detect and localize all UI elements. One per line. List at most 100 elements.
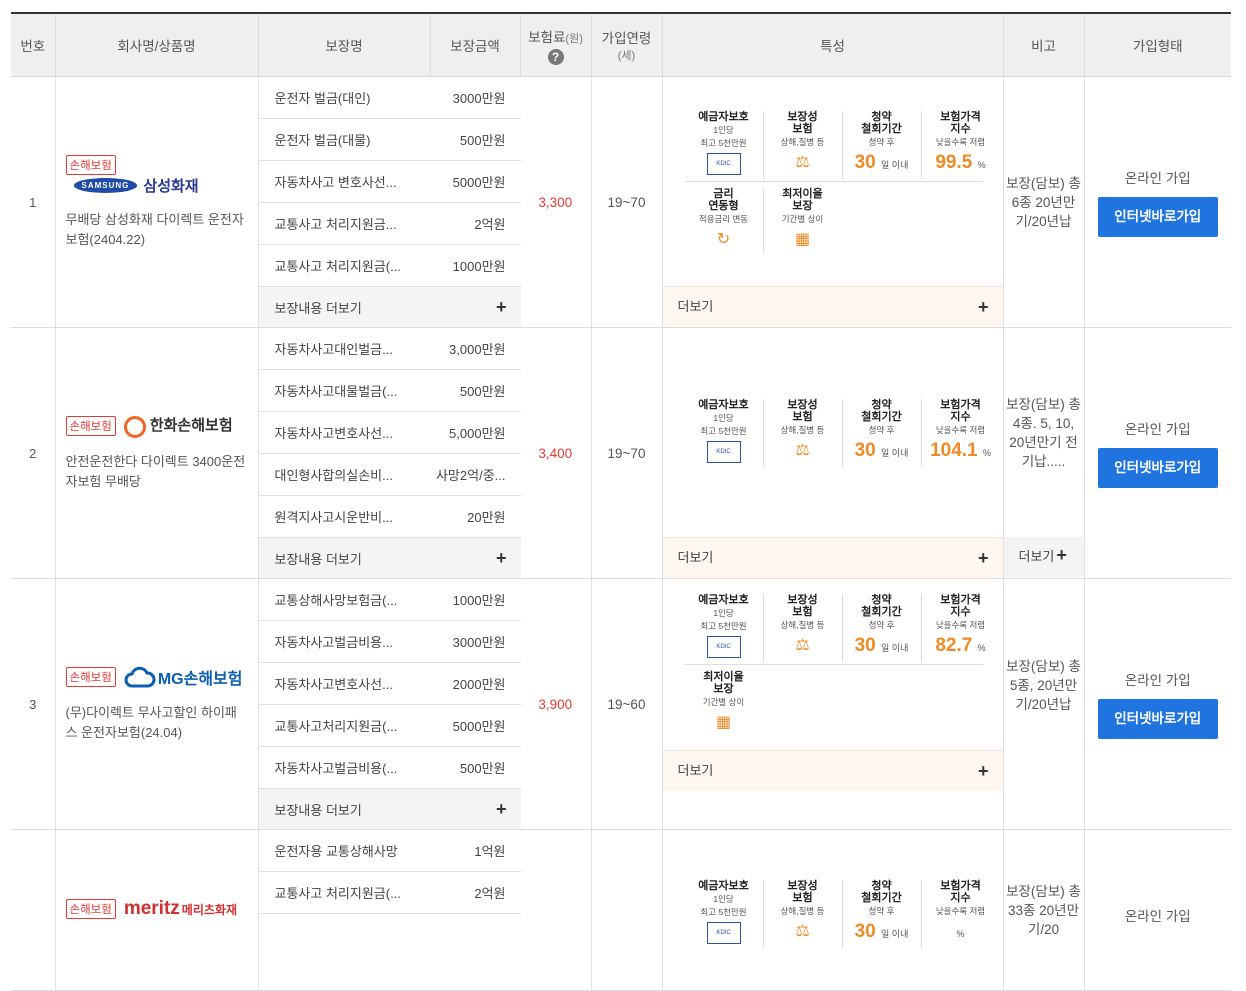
join-online-button[interactable]: 인터넷바로가입: [1097, 699, 1218, 739]
price-index: 104.1 %: [930, 439, 991, 461]
bar-chart-icon: ▦: [715, 713, 732, 731]
header-age-label: 가입연령: [601, 31, 652, 46]
coverage-name: 자동차사고변호사선...: [258, 662, 431, 705]
coverage-name: 자동차사고변호사선...: [258, 411, 431, 454]
plus-icon[interactable]: +: [978, 549, 989, 567]
non-life-badge: 손해보험: [65, 667, 116, 687]
coverage-row: 자동차사고벌금비용(... 500만원: [258, 746, 521, 789]
coverage-more-row[interactable]: 보장내용 더보기 +: [258, 286, 521, 327]
feature-price-title: 보험가격 지수: [940, 398, 981, 423]
feature-price-title: 보험가격 지수: [940, 110, 981, 135]
feature-guarantee: 보장성 보험 상해,질병 등 ⚖: [764, 880, 843, 948]
coverage-name: 자동차사고벌금비용...: [258, 620, 431, 663]
price-index: 82.7 %: [935, 634, 986, 656]
feature-price: 보험가격 지수 낮을수록 저렴 104.1 %: [922, 399, 1000, 467]
coverage-name: 자동차사고 변호사선...: [258, 160, 431, 203]
feature-withdraw-title: 청약 철회기간: [861, 593, 902, 618]
header-company: 회사명/상품명: [55, 12, 259, 77]
join-age: [591, 829, 663, 991]
coverage-name: 교통상해사망보험금(...: [258, 579, 431, 621]
table-row: 2 손해보험 한화손해보험 안전운전한다 다이렉트 3400운전자보험 무배당 자동차사…: [11, 327, 1231, 579]
feature-price-sub: 낮을수록 저렴: [935, 424, 986, 435]
withdraw-days-unit: 일 이내: [881, 447, 909, 458]
header-premium-label: 보험료: [528, 29, 566, 45]
coverage-amount: 5000만원: [430, 704, 521, 747]
table-row: 1 손해보험SAMSUNG 삼성화재 무배당 삼성화재 다이렉트 운전자보험(2404…: [11, 76, 1231, 328]
rate-cycle-icon: ↻: [716, 230, 731, 248]
note-cell: 보장(담보) 총 33종 20년만기/20: [1003, 829, 1085, 991]
product-name[interactable]: 무배당 삼성화재 다이렉트 운전자보험(2404.22): [66, 210, 248, 250]
feature-guarantee: 보장성 보험 상해,질병 등 ⚖: [764, 398, 843, 467]
coverage-amount: 3,000만원: [430, 328, 521, 370]
coverage-row: 교통사고 처리지원금(... 1000만원: [258, 244, 521, 287]
feature-deposit-sub: 1인당: [713, 124, 734, 135]
withdraw-days-unit: 일 이내: [881, 929, 909, 939]
pill-bowl-icon: ⚖: [795, 636, 810, 654]
coverage-cell: 운전자용 교통상해사망 1억원 교통사고 처리지원금(... 2억원: [258, 829, 521, 991]
coverage-row: 대인형사합의실손비... 사망2억/중...: [258, 453, 521, 496]
withdraw-days: 30 일 이내: [843, 440, 921, 462]
coverage-name: 교통사고 처리지원금...: [258, 202, 431, 245]
withdraw-days: 30 일 이내: [843, 921, 921, 943]
feature-minrate-sub: 기간별 상이: [702, 696, 745, 707]
price-index-value: 104.1: [930, 439, 978, 461]
join-online-button[interactable]: 인터넷바로가입: [1097, 197, 1218, 237]
feature-minrate-sub: 기간별 상이: [781, 213, 824, 224]
feature-price-sub: 낮을수록 저렴: [935, 906, 986, 916]
coverage-name: 운전자용 교통상해사망: [258, 830, 431, 872]
plus-icon[interactable]: +: [1056, 545, 1067, 565]
coverage-row: 자동차사고대인벌금... 3,000만원: [258, 328, 521, 370]
coverage-row: 교통사고 처리지원금(... 2억원: [258, 871, 521, 914]
product-name[interactable]: 안전운전한다 다이렉트 3400운전자보험 무배당: [66, 452, 248, 492]
coverage-amount: 3000만원: [430, 620, 521, 663]
coverage-more-button[interactable]: 보장내용 더보기: [258, 286, 431, 327]
note-more-button[interactable]: 더보기 +: [1003, 537, 1084, 577]
features-more-button[interactable]: 더보기 +: [662, 750, 1003, 791]
join-cell: 온라인 가입: [1084, 829, 1231, 991]
join-age: 19~70: [591, 76, 663, 328]
plus-icon[interactable]: +: [496, 298, 507, 316]
coverage-name: 교통사고 처리지원금(...: [258, 244, 431, 287]
premium: 3,400: [520, 327, 592, 579]
header-age-unit: (세): [617, 50, 636, 62]
feature-withdraw-sub: 청약 후: [868, 424, 895, 435]
features-more-button[interactable]: 더보기 +: [662, 537, 1003, 578]
coverage-row: 운전자 벌금(대인) 3000만원: [258, 77, 521, 119]
company-cell: 손해보험 meritz 메리츠화재: [55, 829, 259, 991]
join-online-button[interactable]: 인터넷바로가입: [1097, 448, 1218, 488]
feature-deposit-sub: 1인당: [713, 894, 734, 904]
help-icon[interactable]: ?: [547, 48, 564, 65]
plus-icon[interactable]: +: [978, 762, 989, 780]
hanwha-mark-icon: [123, 415, 146, 438]
header-age: 가입연령 (세): [591, 12, 663, 77]
note-text: 보장(담보) 총 6종 20년만기/20년납: [1006, 175, 1081, 229]
coverage-cell: 교통상해사망보험금(... 1000만원 자동차사고벌금비용... 3000만원 자동차…: [258, 578, 521, 830]
plus-icon[interactable]: +: [978, 298, 989, 316]
header-note: 비고: [1003, 12, 1085, 77]
withdraw-days: 30 일 이내: [843, 635, 921, 657]
coverage-more-button[interactable]: 보장내용 더보기: [258, 537, 431, 578]
row-number: 3: [11, 578, 56, 830]
features-cell: 예금자보호 1인당 최고 5천만원 KDIC 보장성 보험 상해,질병 등 ⚖ 청약 철회기간…: [662, 76, 1004, 328]
plus-icon[interactable]: +: [496, 549, 507, 567]
join-cell: 온라인 가입 인터넷바로가입: [1084, 76, 1231, 328]
header-join-type: 가입형태: [1084, 12, 1231, 77]
coverage-more-row[interactable]: 보장내용 더보기 +: [258, 537, 521, 578]
plus-icon[interactable]: +: [496, 800, 507, 818]
features-cell: 예금자보호 1인당 최고 5천만원 KDIC 보장성 보험 상해,질병 등 ⚖ 청약 철회기간…: [662, 578, 1004, 830]
non-life-badge: 손해보험: [65, 899, 116, 919]
product-name[interactable]: (무)다이렉트 무사고할인 하이패스 운전자보험(24.04): [66, 703, 248, 743]
coverage-name: 자동차사고대물벌금(...: [258, 369, 431, 412]
header-coverage-name: 보장명: [258, 12, 431, 77]
cloud-icon: [124, 666, 156, 688]
coverage-amount: 20만원: [430, 495, 521, 538]
coverage-row: 원격지사고시운반비... 20만원: [258, 495, 521, 538]
header-coverage-amount: 보장금액: [430, 12, 521, 77]
feature-withdraw-sub: 청약 후: [868, 136, 895, 147]
coverage-name: 자동차사고대인벌금...: [258, 328, 431, 370]
coverage-more-row[interactable]: 보장내용 더보기 +: [258, 788, 521, 829]
join-cell: 온라인 가입 인터넷바로가입: [1084, 578, 1231, 830]
coverage-more-button[interactable]: 보장내용 더보기: [258, 788, 431, 829]
features-more-button[interactable]: 더보기 +: [662, 286, 1003, 327]
coverage-row: 운전자 벌금(대물) 500만원: [258, 118, 521, 161]
